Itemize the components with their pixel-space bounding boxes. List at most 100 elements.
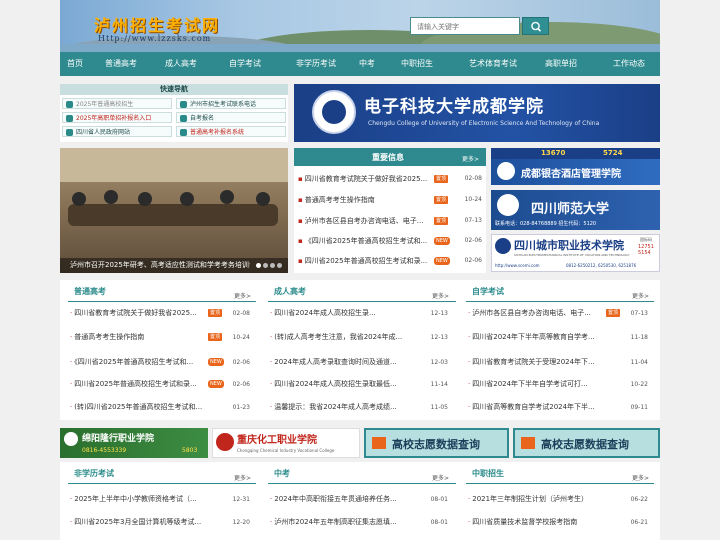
section-divider (268, 301, 456, 302)
list-item[interactable]: · 四川省2024年下半年自学考试可打... (468, 377, 618, 391)
list-item[interactable]: ▪ 四川省教育考试院关于做好我省2025... (298, 172, 434, 186)
edit-icon (180, 115, 187, 122)
list-item[interactable]: · 四川省2024年成人高校招生录... (270, 306, 420, 320)
list-item[interactable]: · 四川省2025年3月全国计算机等级考试... (70, 515, 220, 529)
item-date: 10-24 (464, 196, 482, 203)
nav-item-work[interactable]: 工作动态 (604, 52, 654, 76)
more-link[interactable]: 更多> (632, 473, 649, 482)
quick-nav-item[interactable]: 自考报名 (176, 112, 286, 123)
ad-code: 13670 (541, 149, 566, 157)
list-item[interactable]: · (转)成人高考考生注意，我省2024年成... (270, 330, 420, 344)
more-link[interactable]: 更多> (632, 291, 649, 300)
item-date: 08-01 (430, 519, 448, 526)
quick-nav-item[interactable]: 泸州市招生考试联系电话 (176, 98, 286, 109)
nav-item-selfstudy[interactable]: 自学考试 (220, 52, 270, 76)
list-item[interactable]: · 四川省高等教育自学考试2024年下半... (468, 400, 618, 414)
nav-item-single[interactable]: 高职单招 (536, 52, 586, 76)
ad-title: 绵阳隆行职业学院 (82, 434, 155, 444)
ad-data-query[interactable]: 高校志愿数据查询 (513, 428, 660, 458)
more-link[interactable]: 更多> (432, 291, 449, 300)
quick-nav-item[interactable]: 2025年高职单招补报名入口 (62, 112, 172, 123)
list-item[interactable]: ▪ 泸州市各区县自考办咨询电话、电子... (298, 214, 434, 228)
quick-nav-label: 四川省人民政府网站 (76, 129, 131, 136)
quick-nav-label: 自考报名 (190, 115, 215, 122)
college-emblem-icon (497, 162, 515, 180)
section-divider (466, 301, 654, 302)
quick-nav-item[interactable]: 2025年普通高校招生 (62, 98, 172, 109)
search-input[interactable]: 请输入关键字 (410, 17, 520, 35)
section-title: 中考 (274, 469, 290, 478)
list-item[interactable]: · 2021年三年制招生计划（泸州考生） (468, 492, 618, 506)
site-logo[interactable]: 泸州招生考试网 (94, 12, 220, 36)
college-name: 电子科技大学成都学院 (364, 97, 544, 117)
new-badge: NEW (434, 237, 450, 245)
quick-nav-label: 2025年高职单招补报名入口 (76, 115, 152, 122)
more-link[interactable]: 更多> (432, 473, 449, 482)
section-divider (68, 301, 256, 302)
list-item[interactable]: ▪ 普通高考考生操作指南 (298, 193, 434, 207)
ad-mianyang-college[interactable]: 绵阳隆行职业学院 0816-4553339 5803 (60, 428, 208, 458)
list-item[interactable]: · 2024年中高职衔接五年贯通培养任务... (270, 492, 420, 506)
nav-item-art-sport[interactable]: 艺术体育考试 (458, 52, 528, 76)
list-item[interactable]: ▪ 四川省2025年普通高校招生考试和录... (298, 254, 434, 268)
list-item[interactable]: · 普通高考考生操作指南 (70, 330, 208, 344)
pinned-badge: 置顶 (434, 196, 449, 204)
important-more[interactable]: 更多> (462, 154, 479, 163)
list-item[interactable]: · 2025年上半年中小学教师资格考试（... (70, 492, 220, 506)
list-item[interactable]: · 温馨提示：我省2024年成人高考成绩... (270, 400, 420, 414)
list-item[interactable]: · 四川省2024年成人高校招生录取最低... (270, 377, 420, 391)
item-date: 02-06 (232, 359, 250, 366)
more-link[interactable]: 更多> (234, 473, 251, 482)
item-date: 08-01 (430, 496, 448, 503)
list-item[interactable]: · 四川省质量技术监督学校报考指南 (468, 515, 618, 529)
photo-caption: 泸州市召开2025年研考、高考适应性测试和学考考务培训会 (70, 261, 250, 269)
ad-chongqing-college[interactable]: 重庆化工职业学院 Chongqing Chemical Industry Voc… (212, 428, 360, 458)
quick-nav-item[interactable]: 四川省人民政府网站 (62, 126, 172, 137)
item-date: 12-03 (430, 359, 448, 366)
photo-table (68, 204, 278, 226)
ad-title-en: SICHUAN ELECTROMECHANICAL INSTITUTE OF V… (514, 253, 630, 257)
ad-data-query[interactable]: 高校志愿数据查询 (364, 428, 509, 458)
chart-icon (372, 437, 386, 449)
list-item[interactable]: · 泸州市各区县自考办咨询电话、电子... (468, 306, 606, 320)
item-date: 09-11 (630, 404, 648, 411)
item-date: 12-13 (430, 310, 448, 317)
nav-item-home[interactable]: 首页 (60, 52, 90, 76)
item-date: 11-05 (430, 404, 448, 411)
news-photo[interactable]: 泸州市召开2025年研考、高考适应性测试和学考考务培训会 (60, 148, 288, 273)
ad-sicnu[interactable]: 四川师范大学 联系电话：028-84768889 招生代码：5120 (491, 190, 660, 230)
list-item[interactable]: · 四川省教育考试院关于做好我省2025... (70, 306, 208, 320)
ad-phone: 0812-6250212, 6250530, 6251876 (566, 263, 637, 268)
nav-item-zhongkao[interactable]: 中考 (352, 52, 382, 76)
college-banner[interactable]: 电子科技大学成都学院 Chengdu College of University… (294, 84, 660, 142)
nav-item-vocational[interactable]: 中职招生 (392, 52, 442, 76)
nav-item-adult[interactable]: 成人高考 (156, 52, 206, 76)
item-date: 02-06 (464, 257, 482, 264)
list-item[interactable]: · 泸州市2024年五年制高职征集志愿填... (270, 515, 420, 529)
nav-item-gaokao[interactable]: 普通高考 (96, 52, 146, 76)
item-date: 02-08 (464, 175, 482, 182)
item-date: 02-06 (232, 381, 250, 388)
list-item[interactable]: · 《四川省2025年普通高校招生考试和... (70, 355, 208, 369)
main-nav: 首页 普通高考 成人高考 自学考试 非学历考试 中考 中职招生 艺术体育考试 高… (60, 52, 660, 76)
ad-title: 成都银杏酒店管理学院 (521, 169, 621, 180)
list-item[interactable]: · 四川省2025年普通高校招生考试和录... (70, 377, 208, 391)
ad-vocational-college[interactable]: 四川城市职业技术学院 国标码 12751 5154 SICHUAN ELECTR… (491, 234, 660, 272)
river (60, 44, 660, 52)
list-item[interactable]: · (转)四川省2025年普通高校招生考试和... (70, 400, 220, 414)
quick-nav-title: 快速导航 (60, 84, 288, 95)
search-button[interactable] (522, 17, 549, 35)
list-item[interactable]: ▪ 《四川省2025年普通高校招生考试和... (298, 234, 434, 248)
list-item[interactable]: · 2024年成人高考录取查询时间及通道... (270, 355, 420, 369)
ad-hotel-college[interactable]: 13670 5724 成都银杏酒店管理学院 (491, 148, 660, 185)
gov-icon (66, 129, 73, 136)
section-title: 自学考试 (472, 287, 504, 296)
quick-nav-item[interactable]: 普通高考补报名系统 (176, 126, 286, 137)
carousel-dots[interactable] (256, 263, 288, 269)
list-item[interactable]: · 四川省2024年下半年高等教育自学考... (468, 330, 618, 344)
item-date: 06-22 (630, 496, 648, 503)
list-item[interactable]: · 四川省教育考试院关于受理2024年下... (468, 355, 618, 369)
item-date: 11-04 (630, 359, 648, 366)
more-link[interactable]: 更多> (234, 291, 251, 300)
nav-item-nondegree[interactable]: 非学历考试 (286, 52, 346, 76)
